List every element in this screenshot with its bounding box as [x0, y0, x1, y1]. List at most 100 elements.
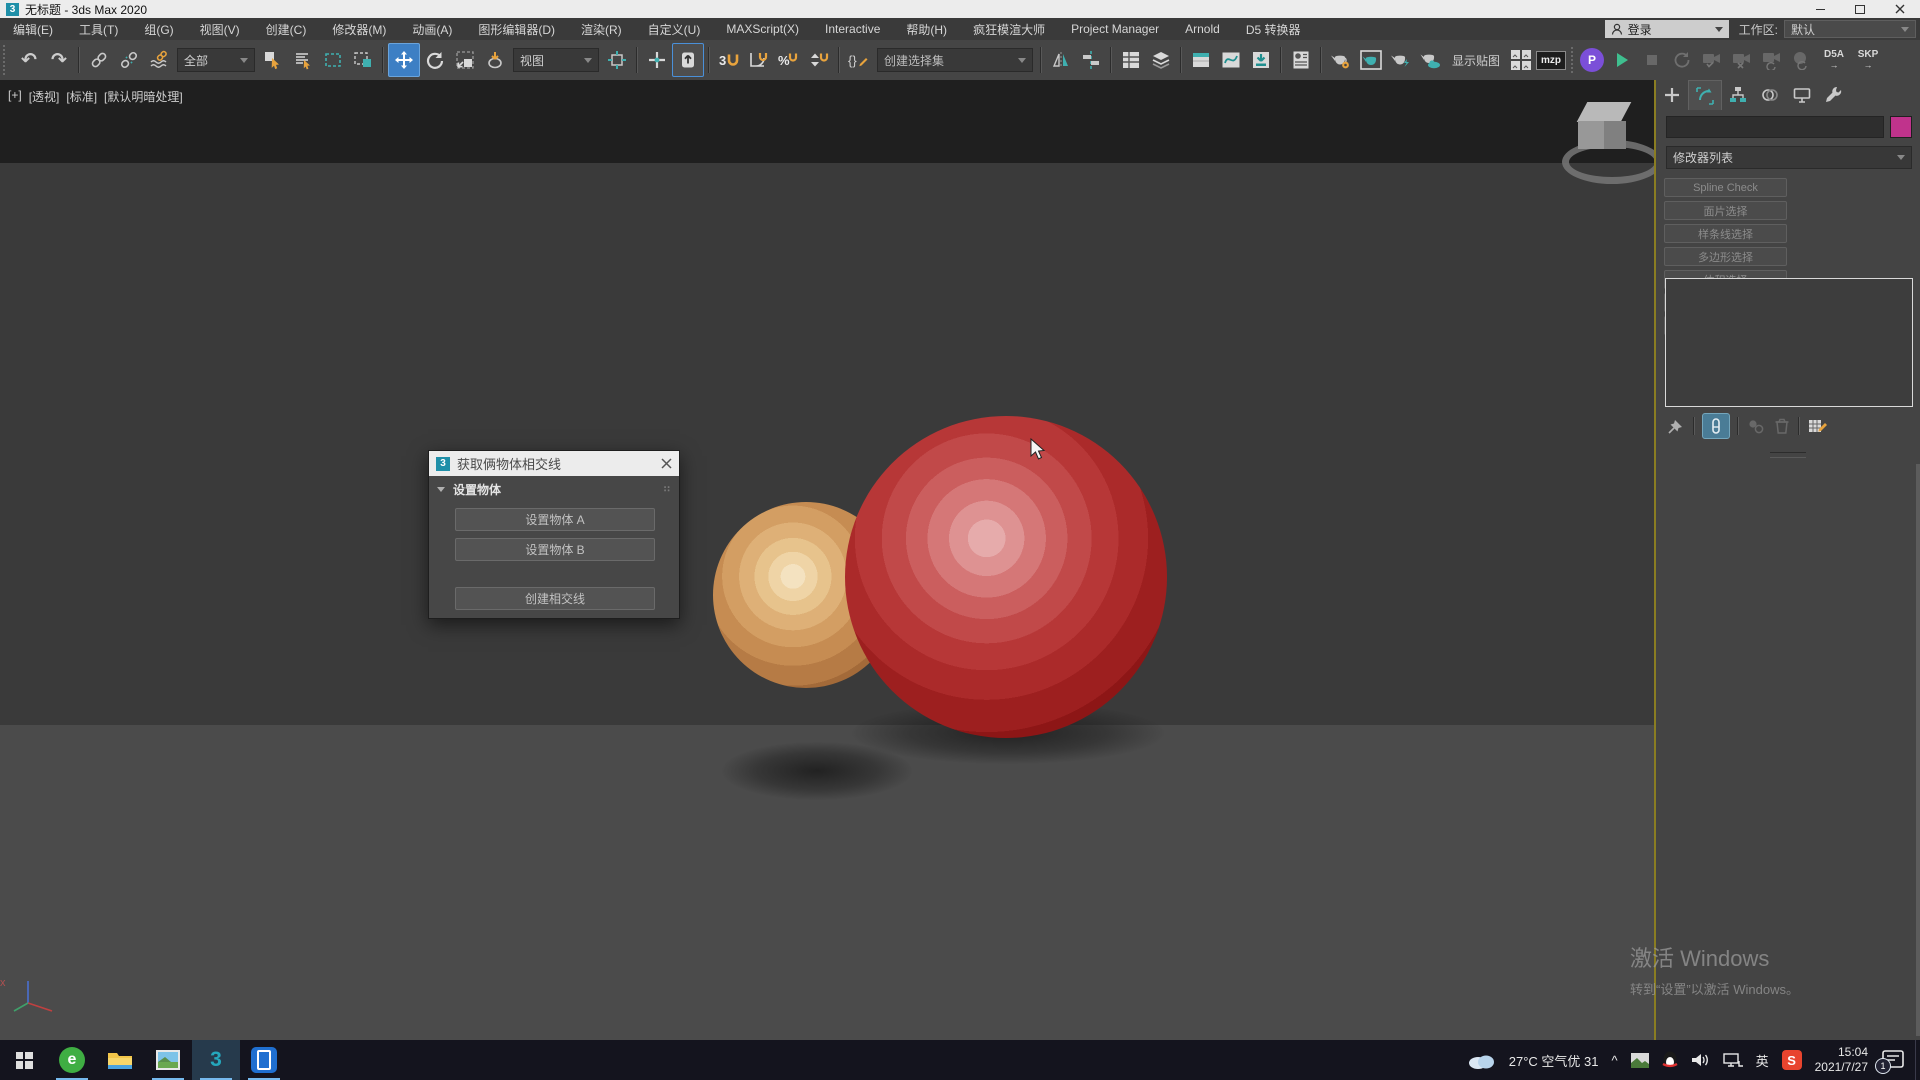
speaker-icon[interactable] [1691, 1052, 1710, 1068]
ime-indicator[interactable]: 英 [1756, 1051, 1769, 1070]
tab-create[interactable] [1656, 80, 1688, 110]
reference-coordinate-dropdown[interactable]: 视图 [513, 48, 599, 72]
render-cloud-icon[interactable] [1416, 44, 1446, 76]
menu-item-graph-editors[interactable]: 图形编辑器(D) [465, 18, 568, 40]
tray-expand-caret[interactable]: ^ [1611, 1053, 1617, 1068]
red-sphere-object[interactable] [845, 416, 1167, 738]
tray-image-icon[interactable] [1631, 1053, 1649, 1068]
viewport-menu-shading[interactable]: [默认明暗处理] [104, 88, 183, 105]
viewport-menu-general[interactable]: [+] [8, 88, 22, 105]
snap-3d-icon[interactable]: 3 [714, 44, 744, 76]
percent-snap-icon[interactable]: % [774, 44, 804, 76]
rect-region-icon[interactable] [318, 44, 348, 76]
menu-item-customize[interactable]: 自定义(U) [635, 18, 714, 40]
angle-snap-icon[interactable] [744, 44, 774, 76]
menu-item-arnold[interactable]: Arnold [1172, 18, 1233, 40]
show-desktop-button[interactable] [1915, 1040, 1920, 1080]
taskbar-photos[interactable] [144, 1040, 192, 1080]
menu-item-help[interactable]: 帮助(H) [893, 18, 960, 40]
link-icon[interactable] [84, 44, 114, 76]
spinner-snap-icon[interactable] [804, 44, 834, 76]
tab-utilities[interactable] [1818, 80, 1850, 110]
qq-icon[interactable] [1662, 1051, 1678, 1070]
show-map-label[interactable]: 显示贴图 [1452, 52, 1500, 69]
select-by-name-icon[interactable] [288, 44, 318, 76]
menu-item-rendering[interactable]: 渲染(R) [568, 18, 635, 40]
rollout-splitter[interactable] [1770, 452, 1806, 458]
selection-filter-dropdown[interactable]: 全部 [177, 48, 255, 72]
preset-spline-check[interactable]: Spline Check [1664, 178, 1787, 197]
show-end-result-icon[interactable] [1702, 413, 1730, 439]
menu-item-render-master[interactable]: 疯狂模渲大师 [960, 18, 1058, 40]
preset-patch-select[interactable]: 面片选择 [1664, 201, 1787, 220]
object-name-field[interactable] [1666, 116, 1884, 138]
image-grid-icon[interactable] [1506, 44, 1536, 76]
menu-item-modifiers[interactable]: 修改器(M) [319, 18, 399, 40]
select-place-icon[interactable] [480, 44, 510, 76]
menu-item-edit[interactable]: 编辑(E) [0, 18, 66, 40]
weather-text[interactable]: 27°C 空气优 31 [1509, 1051, 1599, 1070]
pivot-center-icon[interactable] [602, 44, 632, 76]
redo-icon[interactable]: ↷ [44, 44, 74, 76]
select-object-icon[interactable] [258, 44, 288, 76]
menu-item-project-manager[interactable]: Project Manager [1058, 18, 1172, 40]
viewcube-top-face[interactable] [1577, 102, 1632, 122]
menu-item-maxscript[interactable]: MAXScript(X) [713, 18, 812, 40]
mirror-icon[interactable] [1046, 44, 1076, 76]
menu-item-d5-converter[interactable]: D5 转换器 [1233, 18, 1314, 40]
set-object-a-button[interactable]: 设置物体 A [455, 508, 655, 531]
mzp-icon[interactable]: mzp [1536, 44, 1566, 76]
viewcube[interactable] [1558, 94, 1654, 186]
named-sets-icon[interactable]: {} [844, 44, 874, 76]
sync-icon[interactable] [1667, 44, 1697, 76]
move-icon[interactable] [388, 43, 420, 77]
toolbar-drag-handle[interactable] [3, 45, 11, 75]
tab-motion[interactable] [1754, 80, 1786, 110]
close-button[interactable] [1880, 0, 1920, 18]
menu-item-animation[interactable]: 动画(A) [399, 18, 465, 40]
taskbar-browser-360[interactable]: e [48, 1040, 96, 1080]
clock[interactable]: 15:04 2021/7/27 [1815, 1045, 1868, 1075]
dialog-close-button[interactable] [653, 451, 679, 476]
menu-item-views[interactable]: 视图(V) [187, 18, 253, 40]
unlink-icon[interactable] [114, 44, 144, 76]
configure-modifier-sets-icon[interactable] [1807, 416, 1829, 436]
sphere-refresh-icon[interactable] [1787, 44, 1817, 76]
create-intersection-button[interactable]: 创建相交线 [455, 587, 655, 610]
minimize-button[interactable] [1800, 0, 1840, 18]
title-bar[interactable]: 3 无标题 - 3ds Max 2020 [0, 0, 1920, 18]
window-crossing-icon[interactable] [348, 44, 378, 76]
preset-poly-select[interactable]: 多边形选择 [1664, 247, 1787, 266]
viewcube-side-face[interactable] [1604, 121, 1626, 149]
login-button[interactable]: 登录 [1605, 20, 1729, 38]
rollout-set-objects[interactable]: 设置物体 ∷ [429, 476, 679, 500]
start-button[interactable] [0, 1040, 48, 1080]
project-manager-icon[interactable]: P [1577, 44, 1607, 76]
named-selection-set-input[interactable]: 创建选择集 [877, 48, 1033, 72]
layer-explorer-icon[interactable] [1146, 44, 1176, 76]
taskbar-3dsmax[interactable]: 3 [192, 1040, 240, 1080]
workspace-dropdown[interactable]: 默认 [1784, 20, 1916, 38]
menu-item-tools[interactable]: 工具(T) [66, 18, 131, 40]
keyboard-override-icon[interactable] [672, 43, 704, 77]
object-color-swatch[interactable] [1890, 116, 1912, 138]
camera-x-icon[interactable] [1727, 44, 1757, 76]
play-icon[interactable] [1607, 44, 1637, 76]
modifier-stack[interactable] [1665, 278, 1913, 407]
curve-editor-icon[interactable] [1216, 44, 1246, 76]
render-setup-icon[interactable] [1326, 44, 1356, 76]
viewport-menu-standard[interactable]: [标准] [66, 88, 97, 105]
tab-modify[interactable] [1688, 80, 1722, 110]
modifier-list-dropdown[interactable]: 修改器列表 [1666, 146, 1912, 169]
stop-icon[interactable] [1637, 44, 1667, 76]
render-icon[interactable] [1386, 44, 1416, 76]
preset-spline-select[interactable]: 样条线选择 [1664, 224, 1787, 243]
menu-item-create[interactable]: 创建(C) [253, 18, 320, 40]
manipulate-icon[interactable] [642, 44, 672, 76]
skp-export-icon[interactable]: SKP → [1851, 50, 1885, 70]
set-object-b-button[interactable]: 设置物体 B [455, 538, 655, 561]
taskbar-file-explorer[interactable] [96, 1040, 144, 1080]
tab-hierarchy[interactable] [1722, 80, 1754, 110]
menu-item-interactive[interactable]: Interactive [812, 18, 893, 40]
action-center-button[interactable]: 1 [1881, 1049, 1905, 1071]
